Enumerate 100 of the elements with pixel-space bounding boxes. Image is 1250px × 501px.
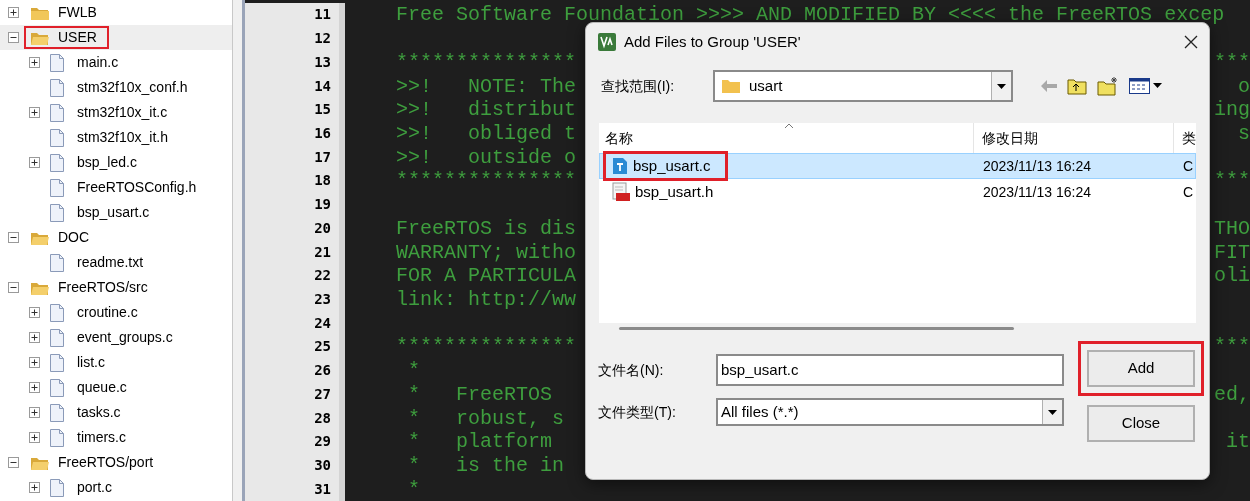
code-line: ***	[1214, 335, 1250, 359]
filename-field[interactable]: bsp_usart.c	[716, 354, 1064, 386]
file-icon	[50, 403, 64, 422]
column-header[interactable]: 名称	[605, 127, 633, 149]
tree-item[interactable]: stm32f10x_conf.h	[77, 77, 188, 98]
line-number: 26	[314, 361, 331, 381]
look-in-dropdown[interactable]: usart	[713, 70, 1013, 102]
collapse-icon[interactable]	[8, 232, 19, 243]
code-line: oli	[1214, 264, 1250, 288]
tree-item[interactable]: timers.c	[77, 427, 126, 448]
expand-icon[interactable]	[29, 407, 40, 418]
dropdown-arrow-icon	[1048, 409, 1057, 415]
expand-icon[interactable]	[29, 332, 40, 343]
expand-icon[interactable]	[29, 432, 40, 443]
tree-item[interactable]: stm32f10x_it.c	[77, 102, 168, 123]
tree-item[interactable]: tasks.c	[77, 402, 121, 423]
tree-item[interactable]: FWLB	[58, 2, 97, 23]
expand-icon[interactable]	[29, 382, 40, 393]
file-row[interactable]: bsp_usart.c 2023/11/13 16:24 C	[599, 153, 1196, 179]
code-line: * is the in	[407, 454, 565, 477]
line-number: 28	[314, 408, 331, 428]
expand-icon[interactable]	[29, 157, 40, 168]
tree-item[interactable]: queue.c	[77, 377, 127, 398]
filetype-dropdown[interactable]: All files (*.*)	[716, 398, 1064, 426]
tree-item[interactable]: USER	[58, 27, 97, 48]
line-number: 24	[314, 313, 331, 333]
tree-item[interactable]: list.c	[77, 352, 105, 373]
view-menu-icon[interactable]	[1129, 78, 1163, 94]
code-line: ed,	[1214, 382, 1250, 406]
code-line: * robust, s	[407, 406, 565, 430]
tree-item[interactable]: croutine.c	[77, 302, 138, 323]
tree-item[interactable]: main.c	[77, 52, 119, 73]
close-icon[interactable]	[1183, 34, 1199, 50]
expand-icon[interactable]	[29, 482, 40, 493]
code-line: >>! distribut	[396, 98, 577, 122]
dropdown-arrow-icon	[997, 83, 1006, 89]
expand-icon[interactable]	[29, 57, 40, 68]
file-row[interactable]: bsp_usart.h 2023/11/13 16:24 C	[599, 179, 1196, 205]
collapse-icon[interactable]	[8, 457, 19, 468]
line-number: 13	[314, 52, 331, 72]
tree-item[interactable]: FreeRTOSConfig.h	[77, 177, 197, 198]
filetype-label: 文件类型(T):	[598, 402, 677, 422]
column-header[interactable]: 修改日期	[982, 127, 1038, 149]
expand-icon[interactable]	[29, 107, 40, 118]
tree-item[interactable]: event_groups.c	[77, 327, 173, 348]
collapse-icon[interactable]	[8, 32, 19, 43]
code-line: THO	[1214, 216, 1250, 240]
tree-item[interactable]: stm32f10x_it.h	[77, 127, 169, 148]
line-number: 22	[314, 266, 331, 286]
file-icon	[50, 178, 64, 197]
line-number: 21	[314, 242, 331, 262]
file-icon	[50, 53, 64, 72]
folder-icon	[721, 78, 741, 94]
code-line: ***	[1214, 50, 1250, 74]
expand-icon[interactable]	[29, 357, 40, 368]
line-number: 12	[314, 29, 331, 49]
code-line: *	[407, 477, 420, 501]
up-folder-icon[interactable]	[1067, 77, 1087, 95]
dialog-button[interactable]: Close	[1087, 405, 1195, 442]
code-line: FIT	[1214, 240, 1250, 264]
code-line: FreeRTOS is dis	[396, 216, 577, 240]
file-name: bsp_usart.h	[635, 181, 714, 202]
code-line: WARRANTY; witho	[396, 240, 577, 264]
file-icon	[50, 428, 64, 447]
expand-icon[interactable]	[29, 307, 40, 318]
code-line: *	[407, 359, 420, 383]
column-header[interactable]: 类	[1182, 127, 1196, 149]
file-icon	[50, 103, 64, 122]
dialog-button[interactable]: Add	[1087, 350, 1195, 387]
tree-item[interactable]: bsp_usart.c	[77, 202, 150, 223]
code-line: >>! NOTE: The	[396, 74, 577, 98]
file-date: 2023/11/13 16:24	[982, 182, 1092, 202]
line-number: 20	[314, 218, 331, 238]
line-number: 18	[314, 171, 331, 191]
new-folder-icon[interactable]	[1097, 76, 1119, 96]
code-line: ***************	[396, 50, 577, 74]
tree-item[interactable]: FreeRTOS/src	[58, 277, 148, 298]
file-icon	[50, 303, 64, 322]
file-icon	[50, 328, 64, 347]
line-number: 25	[314, 337, 331, 357]
tree-item[interactable]: port.c	[77, 477, 112, 498]
code-line: * platform	[407, 430, 553, 454]
expand-icon[interactable]	[8, 7, 19, 18]
look-in-label: 查找范围(I):	[601, 76, 676, 96]
line-number: 23	[314, 290, 331, 309]
collapse-icon[interactable]	[8, 282, 19, 293]
code-line: ***************	[396, 169, 577, 193]
code-line: >>! outside o	[396, 145, 577, 169]
line-number: 14	[314, 76, 331, 96]
line-number: 11	[314, 5, 331, 25]
tree-item[interactable]: readme.txt	[77, 252, 144, 273]
tree-item[interactable]: DOC	[58, 227, 90, 248]
code-line: link: http://ww	[396, 288, 577, 311]
file-icon	[50, 353, 64, 372]
code-line: o	[1238, 74, 1250, 98]
tree-item[interactable]: bsp_led.c	[77, 152, 137, 173]
line-number: 15	[314, 100, 331, 120]
tree-item[interactable]: FreeRTOS/port	[58, 452, 154, 473]
code-line: * FreeRTOS	[407, 382, 553, 406]
file-name: bsp_usart.c	[633, 155, 711, 176]
